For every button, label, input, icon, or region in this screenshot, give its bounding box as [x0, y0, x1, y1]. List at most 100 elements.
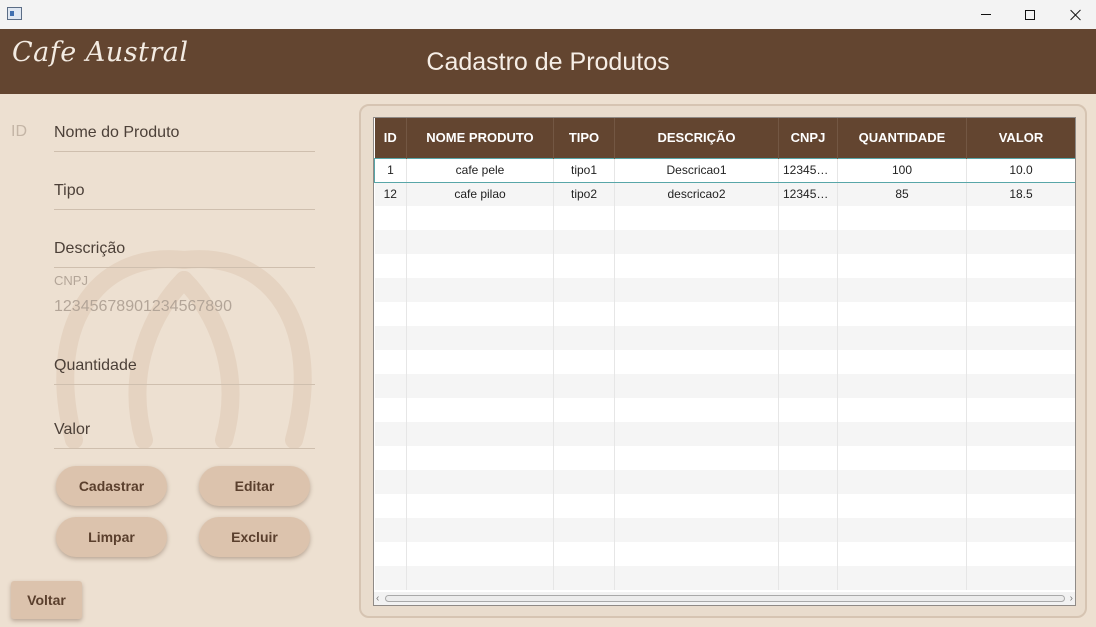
table-cell [778, 566, 838, 590]
table-row[interactable] [374, 446, 1075, 470]
column-header[interactable]: QUANTIDADE [837, 118, 967, 158]
column-header[interactable]: CNPJ [778, 118, 838, 158]
value-field[interactable]: Valor [54, 410, 315, 449]
window-titlebar [0, 0, 1096, 29]
table-row[interactable] [374, 398, 1075, 422]
table-row[interactable] [374, 206, 1075, 230]
table-cell [837, 542, 967, 566]
table-cell [837, 254, 967, 278]
table-cell [837, 518, 967, 542]
table-cell [553, 374, 615, 398]
table-row[interactable] [374, 254, 1075, 278]
table-cell [406, 422, 554, 446]
table-row[interactable] [374, 470, 1075, 494]
value-label: Valor [54, 421, 91, 438]
table-cell [374, 470, 407, 494]
type-label: Tipo [54, 182, 85, 199]
table-cell [406, 302, 554, 326]
table-cell [614, 542, 779, 566]
clear-button[interactable]: Limpar [56, 517, 167, 557]
table-cell [966, 350, 1075, 374]
column-header[interactable]: VALOR [966, 118, 1075, 158]
table-cell [374, 566, 407, 590]
delete-button[interactable]: Excluir [199, 517, 310, 557]
table-cell [966, 254, 1075, 278]
table-row[interactable] [374, 374, 1075, 398]
table-row[interactable] [374, 518, 1075, 542]
cnpj-caption: CNPJ [54, 273, 88, 288]
table-cell [778, 326, 838, 350]
table-cell: 123456... [778, 182, 838, 206]
table-row[interactable] [374, 494, 1075, 518]
table-cell [837, 278, 967, 302]
column-header[interactable]: DESCRIÇÃO [614, 118, 779, 158]
table-cell [614, 446, 779, 470]
table-row[interactable] [374, 326, 1075, 350]
minimize-button[interactable] [963, 0, 1009, 29]
table-cell [553, 566, 615, 590]
table-cell [614, 398, 779, 422]
table-header-row: ID NOME PRODUTO TIPO DESCRIÇÃO CNPJ QUAN… [374, 118, 1075, 158]
products-table[interactable]: ID NOME PRODUTO TIPO DESCRIÇÃO CNPJ QUAN… [373, 117, 1076, 606]
scroll-left-icon[interactable]: ‹ [376, 592, 379, 605]
table-cell [406, 254, 554, 278]
maximize-button[interactable] [1007, 0, 1053, 29]
table-row[interactable]: 12 cafe pilao tipo2 descricao2 123456... 85 18… [374, 182, 1075, 206]
table-cell [966, 494, 1075, 518]
table-cell: tipo1 [553, 157, 615, 183]
back-button[interactable]: Voltar [11, 581, 82, 619]
product-name-label: Nome do Produto [54, 124, 180, 141]
table-cell [406, 206, 554, 230]
column-header[interactable]: NOME PRODUTO [406, 118, 554, 158]
table-cell [553, 470, 615, 494]
cnpj-field[interactable]: 12345678901234567890 [54, 298, 232, 316]
table-row[interactable] [374, 278, 1075, 302]
table-cell [406, 566, 554, 590]
table-cell [966, 326, 1075, 350]
table-cell [406, 470, 554, 494]
type-field[interactable]: Tipo [54, 171, 315, 210]
product-name-field[interactable]: Nome do Produto [54, 113, 315, 152]
table-cell [966, 374, 1075, 398]
edit-button[interactable]: Editar [199, 466, 310, 506]
column-header[interactable]: TIPO [553, 118, 615, 158]
scroll-right-icon[interactable]: › [1070, 592, 1073, 605]
table-cell [553, 302, 615, 326]
table-cell [614, 278, 779, 302]
table-cell [614, 494, 779, 518]
column-header[interactable]: ID [374, 118, 407, 158]
table-cell [374, 446, 407, 470]
table-cell [966, 446, 1075, 470]
close-button[interactable] [1053, 0, 1096, 29]
register-button[interactable]: Cadastrar [56, 466, 167, 506]
table-cell [406, 518, 554, 542]
table-cell: Descricao1 [614, 157, 779, 183]
table-cell [778, 518, 838, 542]
table-cell [966, 422, 1075, 446]
table-row[interactable] [374, 542, 1075, 566]
table-row[interactable] [374, 350, 1075, 374]
scrollbar-thumb[interactable] [385, 595, 1065, 602]
table-cell [966, 470, 1075, 494]
table-cell [406, 230, 554, 254]
table-cell [837, 302, 967, 326]
app-icon [7, 7, 22, 20]
horizontal-scrollbar[interactable]: ‹ › [374, 592, 1075, 605]
table-cell [553, 254, 615, 278]
table-cell [837, 494, 967, 518]
table-row[interactable] [374, 566, 1075, 590]
table-cell [553, 446, 615, 470]
table-row[interactable] [374, 302, 1075, 326]
table-cell [778, 422, 838, 446]
table-cell [614, 470, 779, 494]
quantity-field[interactable]: Quantidade [54, 346, 315, 385]
table-row[interactable] [374, 230, 1075, 254]
table-cell [614, 230, 779, 254]
table-cell [374, 398, 407, 422]
description-field[interactable]: Descrição [54, 229, 315, 268]
table-cell [406, 278, 554, 302]
table-cell [553, 422, 615, 446]
table-row[interactable]: 1 cafe pele tipo1 Descricao1 123456... 100 10.… [374, 157, 1075, 183]
table-row[interactable] [374, 422, 1075, 446]
table-cell [553, 398, 615, 422]
